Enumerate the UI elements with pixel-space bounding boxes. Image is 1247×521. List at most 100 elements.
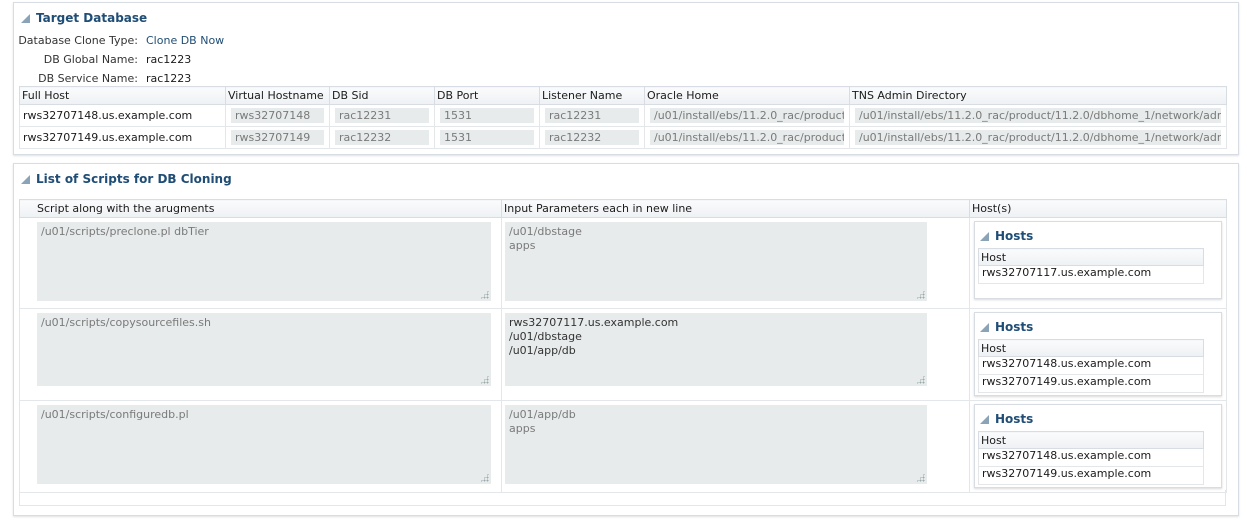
script-textarea[interactable]: /u01/scripts/preclone.pl dbTier xyxy=(37,222,491,301)
db-sid-field: rac12231 xyxy=(335,108,429,123)
resize-grip-icon[interactable] xyxy=(480,375,489,384)
virtual-hostname-field: rws32707149 xyxy=(231,130,324,145)
cell-tns-admin: /u01/install/ebs/11.2.0_rac/product/11.2… xyxy=(849,104,1227,127)
tns-admin-field: /u01/install/ebs/11.2.0_rac/product/11.2… xyxy=(855,108,1221,123)
col-host[interactable]: Host xyxy=(978,431,1204,449)
cell-listener: rac12232 xyxy=(539,126,645,149)
cell-host: rws32707149.us.example.com xyxy=(978,374,1204,393)
cell-script: /u01/scripts/preclone.pl dbTier xyxy=(19,217,502,309)
table-footer-empty xyxy=(19,490,1226,506)
script-text: /u01/scripts/configuredb.pl xyxy=(41,408,189,421)
script-textarea[interactable]: /u01/scripts/configuredb.pl xyxy=(37,405,491,484)
cell-script: /u01/scripts/configuredb.pl xyxy=(19,400,502,493)
cell-hosts: Hosts Host rws32707148.us.example.com rw… xyxy=(969,308,1227,401)
hosts-header[interactable]: Hosts xyxy=(980,320,1033,334)
table-row: /u01/scripts/copysourcefiles.sh rws32707… xyxy=(19,308,1227,401)
collapse-triangle-icon[interactable] xyxy=(980,231,989,241)
collapse-triangle-icon[interactable] xyxy=(21,13,30,23)
cell-params: /u01/app/db apps xyxy=(501,400,970,493)
hosts-title: Hosts xyxy=(995,412,1034,426)
collapse-triangle-icon[interactable] xyxy=(980,414,989,424)
table-row[interactable]: rws32707148.us.example.com xyxy=(978,448,1204,467)
table-row[interactable]: rws32707149.us.example.com xyxy=(978,466,1204,485)
listener-field: rac12232 xyxy=(545,130,639,145)
scripts-title: List of Scripts for DB Cloning xyxy=(36,172,232,186)
table-header-row: Script along with the arugments Input Pa… xyxy=(19,199,1227,218)
db-port-field: 1531 xyxy=(440,130,534,145)
col-input-params[interactable]: Input Parameters each in new line xyxy=(501,199,970,218)
collapse-triangle-icon[interactable] xyxy=(980,322,989,332)
col-virtual-hostname[interactable]: Virtual Hostname xyxy=(225,86,330,105)
table-row[interactable]: rws32707117.us.example.com xyxy=(978,265,1204,284)
field-value: rac1223 xyxy=(146,72,192,85)
cell-virtual-hostname: rws32707149 xyxy=(225,126,330,149)
scripts-panel: List of Scripts for DB Cloning Script al… xyxy=(13,163,1239,516)
listener-field: rac12231 xyxy=(545,108,639,123)
target-database-form: Database Clone Type: Clone DB Now DB Glo… xyxy=(14,31,224,88)
col-host[interactable]: Host xyxy=(978,339,1204,357)
hosts-table: Host rws32707148.us.example.com rws32707… xyxy=(978,339,1204,393)
target-database-header[interactable]: Target Database xyxy=(21,11,147,25)
params-textarea[interactable]: rws32707117.us.example.com /u01/dbstage … xyxy=(505,313,927,386)
col-host[interactable]: Host xyxy=(978,248,1204,266)
col-db-port[interactable]: DB Port xyxy=(434,86,540,105)
resize-grip-icon[interactable] xyxy=(480,290,489,299)
hosts-header[interactable]: Hosts xyxy=(980,229,1033,243)
col-full-host[interactable]: Full Host xyxy=(19,86,226,105)
field-value: rac1223 xyxy=(146,53,192,66)
db-port-field: 1531 xyxy=(440,108,534,123)
cell-host: rws32707148.us.example.com xyxy=(978,448,1204,467)
table-row: /u01/scripts/preclone.pl dbTier /u01/dbs… xyxy=(19,217,1227,309)
cell-oracle-home: /u01/install/ebs/11.2.0_rac/product/1 xyxy=(644,126,850,149)
table-header-row: Full Host Virtual Hostname DB Sid DB Por… xyxy=(19,86,1227,105)
tns-admin-field: /u01/install/ebs/11.2.0_rac/product/11.2… xyxy=(855,130,1221,145)
cell-listener: rac12231 xyxy=(539,104,645,127)
target-database-panel: Target Database Database Clone Type: Clo… xyxy=(13,2,1239,155)
cell-tns-admin: /u01/install/ebs/11.2.0_rac/product/11.2… xyxy=(849,126,1227,149)
oracle-home-field: /u01/install/ebs/11.2.0_rac/product/1 xyxy=(650,130,844,145)
script-text: /u01/scripts/copysourcefiles.sh xyxy=(41,316,211,329)
table-row[interactable]: rws32707148.us.example.com xyxy=(978,356,1204,375)
table-row[interactable]: rws32707148.us.example.com rws32707148 r… xyxy=(19,104,1227,127)
resize-grip-icon[interactable] xyxy=(916,290,925,299)
cell-host: rws32707149.us.example.com xyxy=(978,466,1204,485)
hosts-subpanel: Hosts Host rws32707117.us.example.com xyxy=(974,221,1222,299)
cell-db-sid: rac12231 xyxy=(329,104,435,127)
col-oracle-home[interactable]: Oracle Home xyxy=(644,86,850,105)
scripts-header[interactable]: List of Scripts for DB Cloning xyxy=(21,172,232,186)
resize-grip-icon[interactable] xyxy=(480,473,489,482)
collapse-triangle-icon[interactable] xyxy=(21,174,30,184)
cell-hosts: Hosts Host rws32707117.us.example.com xyxy=(969,217,1227,309)
table-row[interactable]: rws32707149.us.example.com xyxy=(978,374,1204,393)
table-header-row: Host xyxy=(978,431,1204,449)
cell-hosts: Hosts Host rws32707148.us.example.com rw… xyxy=(969,400,1227,493)
table-header-row: Host xyxy=(978,339,1204,357)
params-text: rws32707117.us.example.com /u01/dbstage … xyxy=(509,316,679,357)
field-label: DB Service Name: xyxy=(38,72,138,85)
params-textarea[interactable]: /u01/app/db apps xyxy=(505,405,927,484)
target-database-title: Target Database xyxy=(36,11,148,25)
cell-db-sid: rac12232 xyxy=(329,126,435,149)
col-db-sid[interactable]: DB Sid xyxy=(329,86,435,105)
hosts-header[interactable]: Hosts xyxy=(980,412,1033,426)
cell-params: /u01/dbstage apps xyxy=(501,217,970,309)
col-listener-name[interactable]: Listener Name xyxy=(539,86,645,105)
resize-grip-icon[interactable] xyxy=(916,375,925,384)
col-script[interactable]: Script along with the arugments xyxy=(19,199,502,218)
target-hosts-table: Full Host Virtual Hostname DB Sid DB Por… xyxy=(19,86,1227,149)
field-global-name: DB Global Name: rac1223 xyxy=(14,50,224,69)
params-text: /u01/app/db apps xyxy=(509,408,576,435)
cell-params: rws32707117.us.example.com /u01/dbstage … xyxy=(501,308,970,401)
scripts-table: Script along with the arugments Input Pa… xyxy=(19,199,1227,493)
table-row[interactable]: rws32707149.us.example.com rws32707149 r… xyxy=(19,126,1227,149)
script-textarea[interactable]: /u01/scripts/copysourcefiles.sh xyxy=(37,313,491,386)
params-textarea[interactable]: /u01/dbstage apps xyxy=(505,222,927,301)
resize-grip-icon[interactable] xyxy=(916,473,925,482)
col-tns-admin[interactable]: TNS Admin Directory xyxy=(849,86,1227,105)
field-label: Database Clone Type: xyxy=(18,34,138,47)
cell-host: rws32707117.us.example.com xyxy=(978,265,1204,284)
col-hosts[interactable]: Host(s) xyxy=(969,199,1227,218)
cell-host: rws32707148.us.example.com xyxy=(978,356,1204,375)
hosts-title: Hosts xyxy=(995,229,1034,243)
params-text: /u01/dbstage apps xyxy=(509,225,582,252)
